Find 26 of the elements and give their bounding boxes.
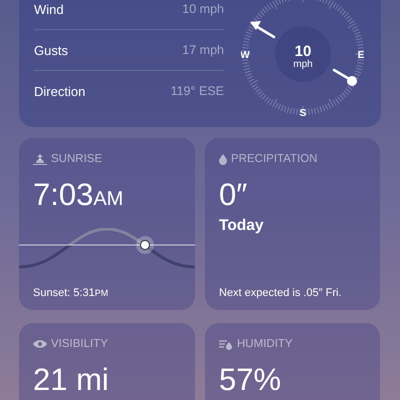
wind-value: 119° ESE — [170, 84, 224, 98]
card-title: HUMIDITY — [237, 338, 293, 350]
wind-label: Wind — [34, 2, 64, 16]
wind-unit: mph — [293, 59, 313, 70]
sunset-time: Sunset: 5:31PM — [32, 287, 108, 299]
card-title: PRECIPITATION — [231, 153, 318, 165]
wind-value: 17 mph — [182, 43, 224, 57]
wind-arrow-icon — [250, 21, 357, 86]
drop-icon — [219, 154, 227, 164]
compass-point: E — [358, 50, 364, 61]
visibility-value: 21 mi — [32, 362, 110, 398]
humidity-icon — [219, 338, 233, 350]
compass-point: S — [300, 108, 306, 116]
precipitation-amount: 0″ — [218, 177, 248, 213]
precipitation-note: Next expected is .05″ Fri. — [218, 287, 342, 299]
wind-value: 10 mph — [182, 2, 224, 16]
wind-speed: 10 — [294, 43, 312, 60]
card-title: VISIBILITY — [51, 338, 108, 350]
wind-label: Direction — [34, 84, 86, 98]
sunrise-icon — [33, 154, 47, 164]
precipitation-period: Today — [218, 217, 264, 235]
wind-label: Gusts — [34, 42, 68, 58]
sunrise-time: 7:03AM — [32, 177, 124, 213]
eye-icon — [33, 339, 47, 349]
card-title: SUNRISE — [51, 153, 102, 165]
humidity-value: 57% — [218, 362, 282, 398]
